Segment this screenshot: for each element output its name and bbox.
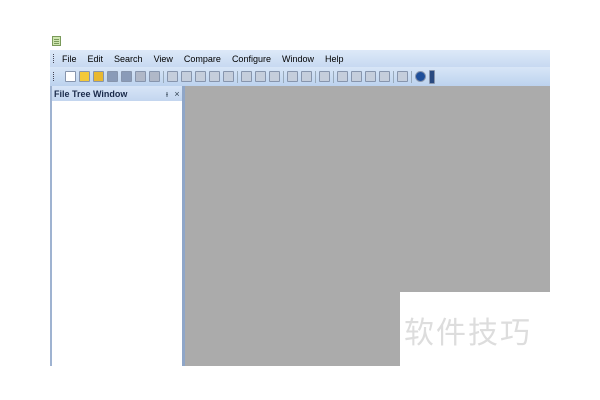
open-folder-icon[interactable]: [79, 71, 90, 82]
paste-icon[interactable]: [223, 71, 234, 82]
filter-icon[interactable]: [379, 71, 390, 82]
merge-all-icon[interactable]: [351, 71, 362, 82]
replace-icon[interactable]: [255, 71, 266, 82]
close-icon[interactable]: [135, 71, 146, 82]
toolbar-separator: [411, 70, 412, 83]
merge-right-icon[interactable]: [365, 71, 376, 82]
grip-handle[interactable]: [53, 54, 56, 63]
close-icon[interactable]: ×: [172, 89, 182, 99]
next-diff-icon[interactable]: [287, 71, 298, 82]
toolbar-separator: [393, 70, 394, 83]
pin-icon[interactable]: ᵼ: [162, 89, 172, 99]
menu-window[interactable]: Window: [282, 54, 314, 64]
watermark: 软件技巧: [400, 292, 550, 366]
overflow-icon[interactable]: [429, 69, 435, 84]
toolbar-separator: [163, 70, 164, 83]
toolbar-separator: [283, 70, 284, 83]
menu-file[interactable]: File: [62, 54, 77, 64]
menu-configure[interactable]: Configure: [232, 54, 271, 64]
redo-icon[interactable]: [181, 71, 192, 82]
compare-icon[interactable]: [319, 71, 330, 82]
menu-compare[interactable]: Compare: [184, 54, 221, 64]
save-icon[interactable]: [107, 71, 118, 82]
new-icon[interactable]: [65, 71, 76, 82]
menu-bar: File Edit Search View Compare Configure …: [50, 50, 550, 67]
merge-icon[interactable]: [337, 71, 348, 82]
help-icon[interactable]: [415, 71, 426, 82]
menu-help[interactable]: Help: [325, 54, 344, 64]
file-tree-window: File Tree Window ᵼ ×: [50, 86, 185, 366]
open-project-icon[interactable]: [93, 71, 104, 82]
save-all-icon[interactable]: [121, 71, 132, 82]
file-tree-header: File Tree Window ᵼ ×: [52, 86, 182, 101]
toolbar: [50, 67, 550, 86]
menu-edit[interactable]: Edit: [88, 54, 104, 64]
menu-view[interactable]: View: [154, 54, 173, 64]
toolbar-separator: [333, 70, 334, 83]
binary-icon[interactable]: [397, 71, 408, 82]
undo-icon[interactable]: [167, 71, 178, 82]
grip-handle[interactable]: [53, 72, 56, 81]
file-tree-title: File Tree Window: [54, 88, 128, 99]
cut-icon[interactable]: [195, 71, 206, 82]
sort-icon[interactable]: [269, 71, 280, 82]
prev-diff-icon[interactable]: [301, 71, 312, 82]
toolbar-separator: [315, 70, 316, 83]
copy-icon[interactable]: [209, 71, 220, 82]
menu-search[interactable]: Search: [114, 54, 143, 64]
toolbar-separator: [237, 70, 238, 83]
app-icon: [52, 36, 61, 46]
close-all-icon[interactable]: [149, 71, 160, 82]
find-icon[interactable]: [241, 71, 252, 82]
